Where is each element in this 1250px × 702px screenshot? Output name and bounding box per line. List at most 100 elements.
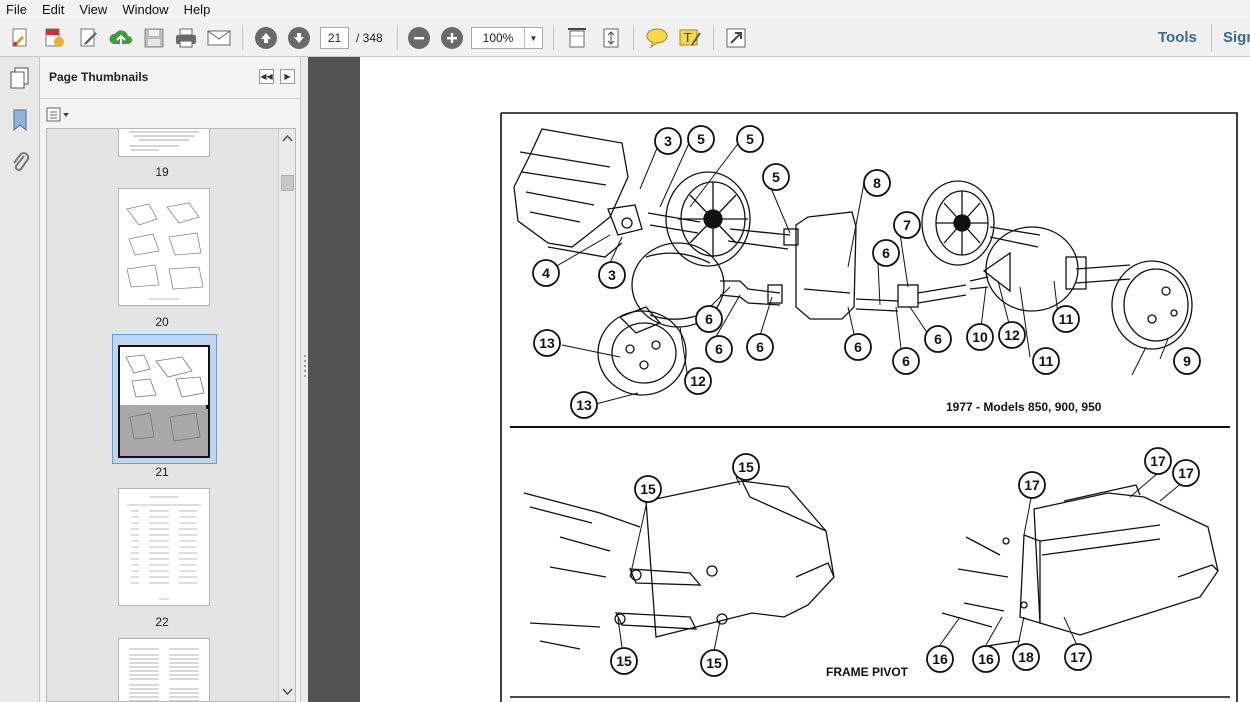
bottom-callout-label: 17 bbox=[1024, 477, 1040, 493]
page-thumbnails-icon[interactable] bbox=[7, 65, 33, 91]
sign-link[interactable]: Sign bbox=[1223, 29, 1250, 46]
parts-diagram: 3 5 55 8764 366 6 666 10 1211911121313 1977 - Mo… bbox=[500, 112, 1238, 702]
document-viewport[interactable]: 3 5 5 5 8 7 6 4 3 6 6 6 6 6 6 10 12 11 9 11 12 13 13 1977 - Mo… bbox=[308, 57, 1250, 702]
bottom-callout-label: 16 bbox=[932, 651, 948, 667]
thumbnail-label: 21 bbox=[155, 465, 169, 479]
bottom-callout-label: 15 bbox=[640, 481, 656, 497]
bottom-callout-label: 16 bbox=[978, 651, 994, 667]
pdf-page: 3 5 5 5 8 7 6 4 3 6 6 6 6 6 6 10 12 11 9 11 12 13 13 1977 - Mo… bbox=[360, 57, 1250, 702]
top-callout-label: 6 bbox=[715, 341, 723, 357]
top-callout-label: 6 bbox=[934, 331, 942, 347]
top-callout-label: 6 bbox=[854, 339, 862, 355]
save-icon[interactable] bbox=[141, 25, 167, 51]
bottom-callout-label: 15 bbox=[738, 459, 754, 475]
bottom-callout-label: 15 bbox=[706, 655, 722, 671]
zoom-value: 100% bbox=[482, 31, 514, 45]
minus-icon bbox=[408, 27, 430, 49]
top-callout-label: 6 bbox=[756, 339, 764, 355]
menu-file[interactable]: File bbox=[6, 2, 27, 17]
thumbnail-page-19[interactable] bbox=[118, 129, 210, 157]
thumbnail-panel: Page Thumbnails ◀◀ ▶ 19 20 21 22 bbox=[40, 57, 300, 702]
menu-help[interactable]: Help bbox=[184, 2, 211, 17]
collapse-left-icon[interactable]: ◀◀ bbox=[259, 69, 274, 84]
toolbar-separator bbox=[713, 26, 714, 50]
email-icon[interactable] bbox=[206, 25, 232, 51]
print-icon[interactable] bbox=[173, 25, 199, 51]
zoom-out-button[interactable] bbox=[406, 25, 432, 51]
thumbnail-scrollbar[interactable] bbox=[278, 129, 295, 701]
menu-bar: File Edit View Window Help bbox=[0, 0, 1250, 19]
top-callout-label: 6 bbox=[902, 353, 910, 369]
panel-title: Page Thumbnails bbox=[49, 70, 149, 84]
top-callout-label: 5 bbox=[697, 131, 705, 147]
plus-icon bbox=[441, 27, 463, 49]
toolbar-separator bbox=[633, 26, 634, 50]
thumbnail-label: 19 bbox=[155, 165, 169, 179]
thumbnail-page-22[interactable] bbox=[118, 488, 210, 606]
zoom-in-button[interactable] bbox=[439, 25, 465, 51]
comment-icon[interactable] bbox=[644, 25, 670, 51]
cloud-upload-icon[interactable] bbox=[108, 25, 134, 51]
toolbar-separator bbox=[553, 26, 554, 50]
top-callout-label: 6 bbox=[882, 245, 890, 261]
bottom-callout-label: 17 bbox=[1070, 649, 1086, 665]
bottom-callout-label: 18 bbox=[1018, 649, 1034, 665]
toolbar-separator bbox=[242, 26, 243, 50]
top-callout-label: 13 bbox=[539, 335, 555, 351]
toolbar-separator bbox=[1211, 24, 1212, 52]
top-callout-label: 5 bbox=[746, 131, 754, 147]
page-total: / 348 bbox=[356, 31, 383, 45]
fit-width-icon[interactable] bbox=[564, 25, 590, 51]
svg-text:T: T bbox=[683, 31, 692, 45]
thumbnail-label: 22 bbox=[155, 615, 169, 629]
attachment-icon[interactable] bbox=[7, 149, 33, 175]
top-callout-label: 7 bbox=[903, 217, 911, 233]
frame-pivot-illustration bbox=[523, 480, 1219, 650]
thumbnail-list[interactable]: 19 20 21 22 bbox=[46, 128, 296, 702]
previous-page-button[interactable] bbox=[253, 25, 279, 51]
bookmark-icon[interactable] bbox=[7, 107, 33, 133]
edit-pdf-icon[interactable] bbox=[76, 25, 102, 51]
thumbnail-options-button[interactable] bbox=[46, 106, 72, 124]
top-callouts: 3 5 55 8764 366 6 666 10 1211911121313 bbox=[532, 125, 1201, 419]
top-callout-label: 3 bbox=[664, 133, 672, 149]
page-number-input[interactable]: 21 bbox=[320, 27, 349, 49]
combine-files-icon[interactable] bbox=[42, 25, 68, 51]
chevron-down-icon[interactable]: ▼ bbox=[524, 28, 542, 48]
caption-bottom: FRAME PIVOT bbox=[826, 665, 909, 679]
thumbnail-page-23[interactable] bbox=[118, 638, 210, 701]
tools-link[interactable]: Tools bbox=[1158, 29, 1197, 46]
top-callout-label: 11 bbox=[1039, 353, 1054, 369]
toolbar-separator bbox=[397, 26, 398, 50]
highlight-text-icon[interactable]: T bbox=[677, 25, 703, 51]
bottom-callouts: 15 15 15 15 17 17 17 16 16 18 17 bbox=[610, 447, 1200, 677]
bottom-callout-label: 15 bbox=[616, 653, 632, 669]
top-callout-label: 11 bbox=[1059, 311, 1074, 327]
menu-window[interactable]: Window bbox=[122, 2, 168, 17]
menu-edit[interactable]: Edit bbox=[42, 2, 64, 17]
top-callout-label: 9 bbox=[1183, 353, 1191, 369]
expand-right-icon[interactable]: ▶ bbox=[280, 69, 295, 84]
top-callout-label: 12 bbox=[1004, 327, 1020, 343]
panel-splitter[interactable] bbox=[300, 57, 308, 702]
thumbnail-page-20[interactable] bbox=[118, 188, 210, 306]
bottom-callout-label: 17 bbox=[1178, 465, 1194, 481]
fit-page-icon[interactable] bbox=[598, 25, 624, 51]
create-icon[interactable] bbox=[8, 25, 34, 51]
top-callout-label: 12 bbox=[690, 373, 706, 389]
top-callout-label: 10 bbox=[972, 329, 988, 345]
top-callout-label: 3 bbox=[608, 267, 616, 283]
top-callout-label: 5 bbox=[772, 169, 780, 185]
navigation-rail bbox=[0, 57, 40, 702]
toolbar: 21 / 348 100% ▼ T Tools Sign bbox=[0, 19, 1250, 57]
arrow-up-icon bbox=[255, 27, 277, 49]
top-callout-label: 4 bbox=[542, 265, 550, 281]
next-page-button[interactable] bbox=[286, 25, 312, 51]
top-callout-label: 13 bbox=[576, 397, 592, 413]
arrow-down-icon bbox=[288, 27, 310, 49]
scrollbar-thumb[interactable] bbox=[281, 175, 294, 191]
zoom-select[interactable]: 100% ▼ bbox=[471, 27, 543, 49]
menu-view[interactable]: View bbox=[79, 2, 107, 17]
thumbnail-page-21[interactable] bbox=[118, 345, 210, 458]
expand-icon[interactable] bbox=[723, 25, 749, 51]
